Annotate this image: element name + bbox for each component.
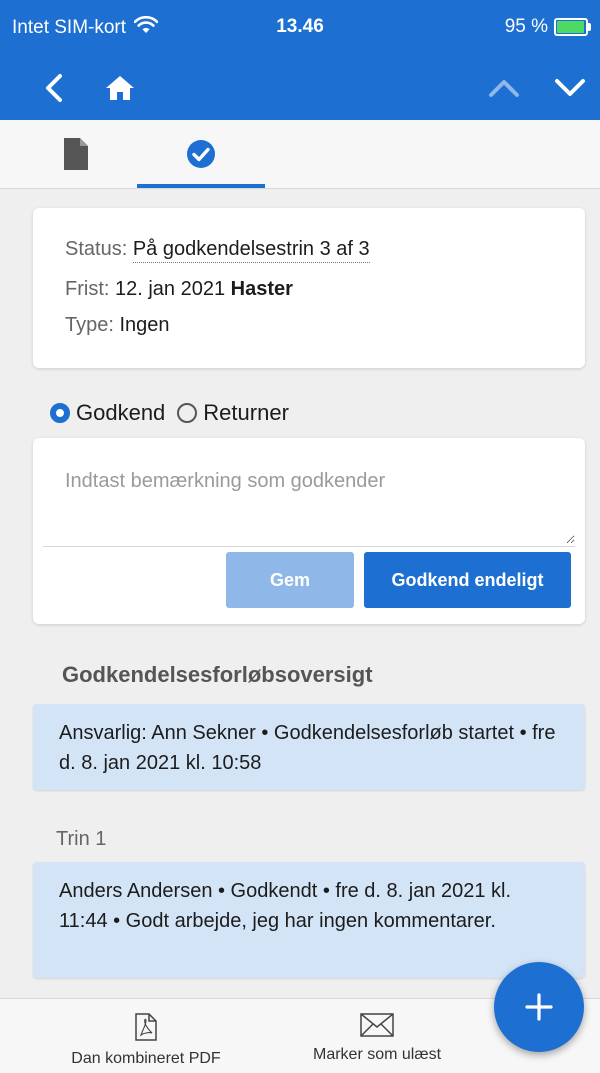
home-icon <box>106 76 134 100</box>
add-button[interactable] <box>494 962 584 1052</box>
tab-approval[interactable] <box>137 120 265 188</box>
status-bar: Intet SIM-kort 13.46 95 % <box>0 0 600 56</box>
status-line: Status: På godkendelsestrin 3 af 3 <box>65 238 370 263</box>
status-value[interactable]: På godkendelsestrin 3 af 3 <box>132 238 370 263</box>
status-card: Status: På godkendelsestrin 3 af 3 Frist… <box>33 208 585 368</box>
radio-unchecked-icon <box>177 403 198 423</box>
home-button[interactable] <box>96 64 144 112</box>
history-entry-start: Ansvarlig: Ann Sekner • Godkendelsesforl… <box>33 704 585 790</box>
mail-icon <box>360 1013 394 1037</box>
deadline-line: Frist: 12. jan 2021 Haster <box>65 278 293 301</box>
decision-radio-group: Godkend Returner <box>50 400 289 426</box>
battery-percent: 95 % <box>504 16 548 37</box>
check-circle-icon <box>187 140 215 168</box>
deadline-label: Frist: <box>65 278 110 300</box>
type-line: Type: Ingen <box>65 314 170 337</box>
type-label: Type: <box>65 314 114 336</box>
next-button[interactable] <box>546 64 594 112</box>
document-icon <box>64 138 88 170</box>
return-radio-label: Returner <box>203 400 289 425</box>
combined-pdf-button[interactable]: Dan kombineret PDF <box>56 1013 236 1068</box>
navigation-bar <box>0 56 600 120</box>
chevron-down-icon <box>555 79 585 96</box>
urgent-badge: Haster <box>230 278 293 300</box>
status-label: Status: <box>65 238 128 260</box>
save-button[interactable]: Gem <box>226 552 354 608</box>
status-bar-right: 95 % <box>504 16 591 38</box>
chevron-left-icon <box>46 74 62 102</box>
step-label: Trin 1 <box>56 828 107 850</box>
battery-icon <box>554 18 591 36</box>
divider <box>43 546 575 547</box>
tab-bar <box>0 120 600 189</box>
comment-input[interactable] <box>43 448 575 544</box>
overview-title: Godkendelsesforløbsoversigt <box>62 662 373 687</box>
battery-fill <box>557 21 585 33</box>
type-value: Ingen <box>119 314 170 336</box>
tab-document[interactable] <box>12 120 140 188</box>
mark-unread-label: Marker som ulæst <box>312 1046 442 1063</box>
deadline-value: 12. jan 2021 <box>115 278 226 300</box>
comment-card: Gem Godkend endeligt <box>33 438 585 624</box>
radio-checked-icon <box>50 403 70 423</box>
approve-radio-label: Godkend <box>76 400 166 425</box>
combined-pdf-label: Dan kombineret PDF <box>71 1050 221 1067</box>
mark-unread-button[interactable]: Marker som ulæst <box>292 1013 462 1064</box>
previous-button[interactable] <box>480 64 528 112</box>
back-button[interactable] <box>30 64 78 112</box>
approve-final-button[interactable]: Godkend endeligt <box>364 552 571 608</box>
history-entry-step: Anders Andersen • Godkendt • fre d. 8. j… <box>33 862 585 978</box>
approve-radio[interactable]: Godkend <box>50 400 165 426</box>
plus-icon <box>525 993 553 1021</box>
chevron-up-icon <box>489 80 519 97</box>
return-radio[interactable]: Returner <box>177 400 289 426</box>
pdf-icon <box>135 1013 157 1041</box>
